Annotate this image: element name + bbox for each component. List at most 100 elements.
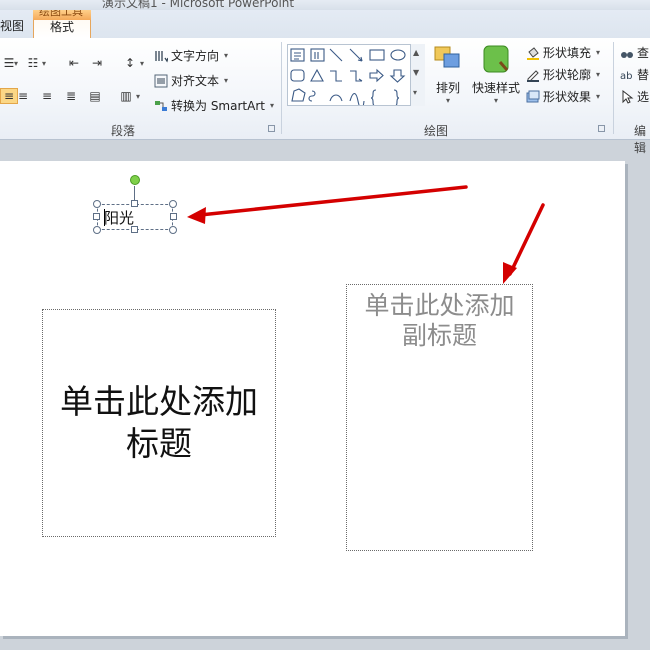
numbering-icon: ☷ [27,56,39,70]
numbering-dropdown-icon[interactable]: ▾ [42,59,46,68]
paragraph-group-label: 段落 [111,124,136,138]
elbow-connector-shape-icon [330,70,342,82]
right-brace-shape-icon [393,89,400,107]
line-shape-icon [329,48,343,62]
shape-effects-label: 形状效果 [543,90,592,104]
freeform-shape-icon [291,88,306,102]
gallery-scroll-up-icon[interactable]: ▲ [413,48,419,57]
binoculars-icon [621,51,633,58]
smartart-icon [155,100,167,111]
editing-group-label: 编辑 [634,124,647,155]
arrange-icon [434,46,460,68]
oval-shape-icon [390,49,406,61]
text-direction-label: 文字方向 [171,49,220,63]
elbow-arrow-connector-shape-icon [350,70,363,82]
replace-icon: ab [620,71,632,82]
resize-handle-top[interactable] [131,200,138,207]
shape-outline-dropdown-icon: ▾ [596,70,601,79]
scribble-shape-icon [308,90,316,102]
select-label: 选 [637,90,650,104]
replace-label: 替 [637,68,650,82]
paint-bucket-icon [527,46,539,60]
rotation-handle[interactable] [130,175,140,185]
line-spacing-button[interactable]: ↕ [121,55,139,71]
shape-effects-dropdown-icon: ▾ [596,92,601,101]
convert-smartart-button[interactable]: 转换为 SmartArt ▾ [154,97,274,114]
distributed-button[interactable]: ▤ [86,88,104,104]
columns-button[interactable]: ▥ [117,88,135,104]
tab-view[interactable]: 视图 [0,17,24,34]
numbering-button[interactable]: ☷ [24,55,42,71]
quick-styles-label: 快速样式 [471,81,520,95]
shapes-gallery-scroll[interactable]: ▲ ▼ ▾ [410,44,425,106]
align-text-button[interactable]: 对齐文本 ▾ [154,72,228,89]
justify-button[interactable]: ≣ [62,88,80,104]
ribbon-tab-row: 视图 格式 绘图工具 [0,10,650,38]
group-separator [281,42,282,134]
left-brace-shape-icon [370,89,377,107]
down-arrow-shape-icon [389,69,406,83]
quick-styles-dropdown-icon: ▾ [493,96,498,105]
context-tab-group-label: 绘图工具 [39,10,83,18]
resize-handle-bottom-right[interactable] [169,226,177,234]
text-direction-icon [155,50,168,62]
shape-effects-icon [526,90,540,102]
group-separator [613,42,614,134]
align-right-icon: ≡ [41,89,53,103]
select-button[interactable]: 选 [620,88,649,105]
pencil-icon [527,69,539,82]
title-bar: 演示文稿1 - Microsoft PowerPoint [0,0,650,10]
resize-handle-top-right[interactable] [169,200,177,208]
columns-icon: ▥ [120,89,132,103]
convert-smartart-label: 转换为 SmartArt [171,99,265,113]
align-left-icon: ≡ [3,89,15,103]
shapes-gallery[interactable] [287,44,425,110]
title-placeholder[interactable]: 单击此处添加标题 [42,309,276,537]
right-arrow-shape-icon [369,68,384,83]
resize-handle-bottom-left[interactable] [93,226,101,234]
line-spacing-icon: ↕ [124,56,136,70]
increase-indent-icon: ⇥ [91,56,103,70]
columns-dropdown-icon[interactable]: ▾ [136,92,140,101]
triangle-shape-icon [310,68,324,82]
resize-handle-top-left[interactable] [93,200,101,208]
align-text-icon [154,74,168,87]
align-right-button[interactable]: ≡ [38,88,56,104]
text-box-content[interactable]: 阳光 [104,207,134,228]
increase-indent-button[interactable]: ⇥ [88,55,106,71]
shape-fill-button[interactable]: 形状填充 ▾ [526,44,600,61]
gallery-more-icon[interactable]: ▾ [413,88,417,97]
quick-styles-button[interactable]: 快速样式 ▾ [470,44,522,105]
decrease-indent-button[interactable]: ⇤ [65,55,83,71]
text-direction-dropdown-icon: ▾ [224,51,229,60]
ribbon: ☰ ▾ ☷ ▾ ⇤ ⇥ ↕ ▾ ≡ ≡ ≡ ≣ ▤ ▥ ▾ 文字方向 ▾ 对齐文本… [0,38,650,155]
distributed-icon: ▤ [89,89,101,103]
text-direction-button[interactable]: 文字方向 ▾ [154,47,228,64]
resize-handle-bottom[interactable] [131,226,138,233]
find-button[interactable]: 查 [620,44,649,61]
shapes-gallery-icons [290,48,406,110]
bullets-dropdown-icon[interactable]: ▾ [14,59,18,68]
drawing-dialog-launcher-icon[interactable] [598,125,605,132]
gallery-scroll-down-icon[interactable]: ▼ [413,68,419,77]
slide-canvas[interactable]: 单击此处添加标题 单击此处添加副标题 阳光 [0,161,625,636]
arrange-button[interactable]: 排列 ▾ [432,44,464,105]
paragraph-dialog-launcher-icon[interactable] [268,125,275,132]
resize-handle-right[interactable] [170,213,177,220]
shape-outline-button[interactable]: 形状轮廓 ▾ [526,66,600,83]
justify-icon: ≣ [65,89,77,103]
rounded-rectangle-shape-icon [290,69,305,82]
shape-effects-button[interactable]: 形状效果 ▾ [526,88,600,105]
window-title: 演示文稿1 - Microsoft PowerPoint [102,0,295,10]
resize-handle-left[interactable] [93,213,100,220]
bullets-icon: ☰ [3,56,15,70]
arc-shape-icon [329,94,343,102]
align-text-dropdown-icon: ▾ [224,76,229,85]
shape-outline-label: 形状轮廓 [543,68,592,82]
align-center-icon: ≡ [17,89,29,103]
arrow-line-shape-icon [349,48,363,62]
replace-button[interactable]: ab 替 [620,66,649,83]
subtitle-placeholder[interactable]: 单击此处添加副标题 [346,284,533,551]
align-center-button[interactable]: ≡ [14,88,32,104]
line-spacing-dropdown-icon[interactable]: ▾ [140,59,144,68]
